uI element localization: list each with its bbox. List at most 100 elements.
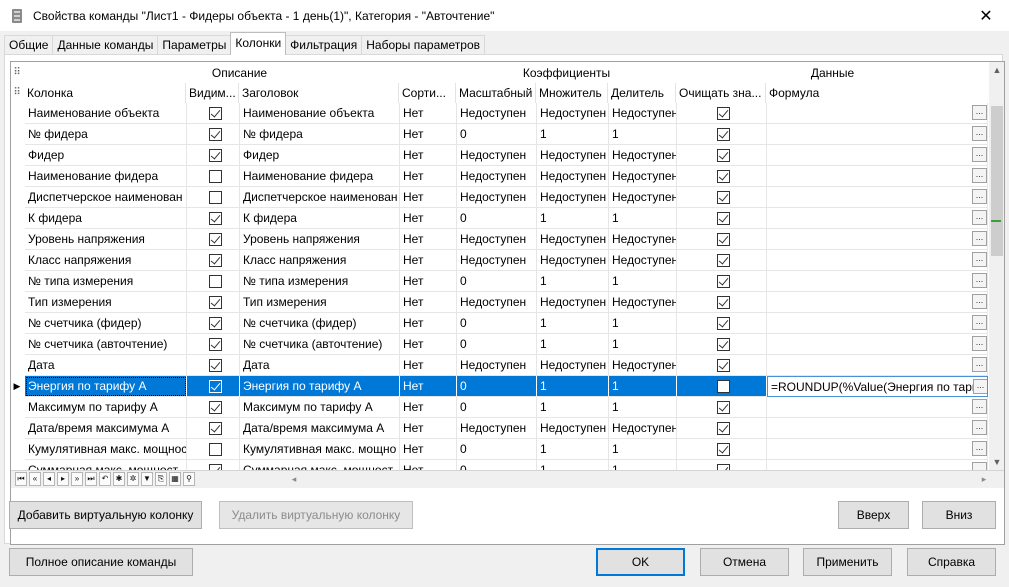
cell-visible[interactable]	[187, 124, 240, 145]
table-icon[interactable]: ▦	[169, 472, 181, 486]
clear-checkbox[interactable]	[717, 233, 730, 246]
table-row[interactable]: ▶ Энергия по тарифу А Энергия по тарифу А Н…	[11, 376, 988, 397]
cell-divider[interactable]: 1	[609, 124, 677, 145]
clear-checkbox[interactable]	[717, 422, 730, 435]
table-row[interactable]: № счетчика (авточтение) № счетчика (авточ…	[11, 334, 988, 355]
formula-edit-button[interactable]: ...	[972, 168, 987, 183]
cell-multiplier[interactable]: Недоступен	[537, 418, 609, 439]
table-row[interactable]: Тип измерения Тип измерения Нет Недоступен Н…	[11, 292, 988, 313]
cell-header[interactable]: Диспетчерское наименован	[240, 187, 400, 208]
cell-scale[interactable]: Недоступен	[457, 355, 537, 376]
clear-checkbox[interactable]	[717, 212, 730, 225]
cell-sort[interactable]: Нет	[400, 229, 457, 250]
cell-multiplier[interactable]: 1	[537, 124, 609, 145]
cell-clear[interactable]	[677, 145, 767, 166]
cell-header[interactable]: Энергия по тарифу А	[240, 376, 400, 397]
cell-visible[interactable]	[187, 292, 240, 313]
cell-multiplier[interactable]: 1	[537, 397, 609, 418]
cell-scale[interactable]: 0	[457, 334, 537, 355]
cell-header[interactable]: Наименование объекта	[240, 103, 400, 124]
cell-multiplier[interactable]: Недоступен	[537, 166, 609, 187]
cell-multiplier[interactable]: Недоступен	[537, 103, 609, 124]
clear-checkbox[interactable]	[717, 275, 730, 288]
cell-clear[interactable]	[677, 103, 767, 124]
export-icon[interactable]: ⎘	[155, 472, 167, 486]
visible-checkbox[interactable]	[209, 422, 222, 435]
visible-checkbox[interactable]	[209, 317, 222, 330]
table-row[interactable]: Диспетчерское наименован Диспетчерское на…	[11, 187, 988, 208]
table-row[interactable]: Дата/время максимума А Дата/время максиму…	[11, 418, 988, 439]
cell-sort[interactable]: Нет	[400, 460, 457, 470]
table-row[interactable]: № типа измерения № типа измерения Нет 0 1 1..…	[11, 271, 988, 292]
visible-checkbox[interactable]	[209, 359, 222, 372]
cell-scale[interactable]: 0	[457, 397, 537, 418]
cell-header[interactable]: № счетчика (фидер)	[240, 313, 400, 334]
cell-multiplier[interactable]: Недоступен	[537, 145, 609, 166]
cell-sort[interactable]: Нет	[400, 355, 457, 376]
tab-parameters[interactable]: Параметры	[157, 35, 232, 55]
apply-button[interactable]: Применить	[803, 548, 892, 576]
clear-checkbox[interactable]	[717, 191, 730, 204]
cell-visible[interactable]	[187, 418, 240, 439]
prev-icon[interactable]: ◂	[43, 472, 55, 486]
cell-column[interactable]: Класс напряжения	[25, 250, 187, 271]
cell-sort[interactable]: Нет	[400, 334, 457, 355]
cell-visible[interactable]	[187, 271, 240, 292]
cell-sort[interactable]: Нет	[400, 397, 457, 418]
cell-clear[interactable]	[677, 292, 767, 313]
cell-sort[interactable]: Нет	[400, 187, 457, 208]
table-row[interactable]: Суммарная макс. мощност Суммарная макс. м…	[11, 460, 988, 470]
table-row[interactable]: Дата Дата Нет Недоступен Недоступен Недоступе…	[11, 355, 988, 376]
header-multiplier[interactable]: Множитель	[537, 83, 608, 103]
cell-divider[interactable]: Недоступен	[609, 292, 677, 313]
table-row[interactable]: № фидера № фидера Нет 0 1 1...	[11, 124, 988, 145]
header-divider[interactable]: Делитель	[609, 83, 676, 103]
cell-divider[interactable]: Недоступен	[609, 103, 677, 124]
cell-column[interactable]: Дата/время максимума А	[25, 418, 187, 439]
formula-edit-button[interactable]: ...	[972, 399, 987, 414]
visible-checkbox[interactable]	[209, 443, 222, 456]
cell-visible[interactable]	[187, 166, 240, 187]
formula-edit-button[interactable]: ...	[972, 315, 987, 330]
cell-clear[interactable]	[677, 187, 767, 208]
cell-divider[interactable]: 1	[609, 334, 677, 355]
grip-icon[interactable]: ⠿	[12, 63, 22, 83]
cell-multiplier[interactable]: 1	[537, 271, 609, 292]
scroll-left-icon[interactable]: ◂	[287, 471, 301, 488]
cell-multiplier[interactable]: Недоступен	[537, 187, 609, 208]
clear-checkbox[interactable]	[717, 254, 730, 267]
cell-visible[interactable]	[187, 229, 240, 250]
cell-formula[interactable]: ...	[767, 208, 988, 229]
cell-column[interactable]: Наименование фидера	[25, 166, 187, 187]
cell-scale[interactable]: Недоступен	[457, 292, 537, 313]
cell-multiplier[interactable]: 1	[537, 313, 609, 334]
cell-header[interactable]: Наименование фидера	[240, 166, 400, 187]
visible-checkbox[interactable]	[209, 401, 222, 414]
cell-scale[interactable]: Недоступен	[457, 145, 537, 166]
cell-clear[interactable]	[677, 334, 767, 355]
cell-formula[interactable]: ...	[767, 229, 988, 250]
formula-edit-button[interactable]: ...	[972, 294, 987, 309]
cell-sort[interactable]: Нет	[400, 376, 457, 397]
cell-header[interactable]: К фидера	[240, 208, 400, 229]
cell-divider[interactable]: Недоступен	[609, 145, 677, 166]
scroll-right-icon[interactable]: ▸	[977, 471, 991, 488]
cell-scale[interactable]: Недоступен	[457, 103, 537, 124]
clear-checkbox[interactable]	[717, 296, 730, 309]
cell-clear[interactable]	[677, 397, 767, 418]
header-header[interactable]: Заголовок	[240, 83, 399, 103]
cell-clear[interactable]	[677, 460, 767, 470]
cell-visible[interactable]	[187, 250, 240, 271]
cell-scale[interactable]: 0	[457, 313, 537, 334]
cell-formula[interactable]: ...	[767, 313, 988, 334]
cell-scale[interactable]: Недоступен	[457, 166, 537, 187]
cell-column[interactable]: Тип измерения	[25, 292, 187, 313]
cell-visible[interactable]	[187, 334, 240, 355]
formula-edit-button[interactable]: ...	[972, 126, 987, 141]
cell-divider[interactable]: Недоступен	[609, 418, 677, 439]
cell-header[interactable]: Дата/время максимума А	[240, 418, 400, 439]
cell-visible[interactable]	[187, 313, 240, 334]
cell-divider[interactable]: Недоступен	[609, 166, 677, 187]
cell-formula[interactable]: ...	[767, 124, 988, 145]
cell-visible[interactable]	[187, 355, 240, 376]
